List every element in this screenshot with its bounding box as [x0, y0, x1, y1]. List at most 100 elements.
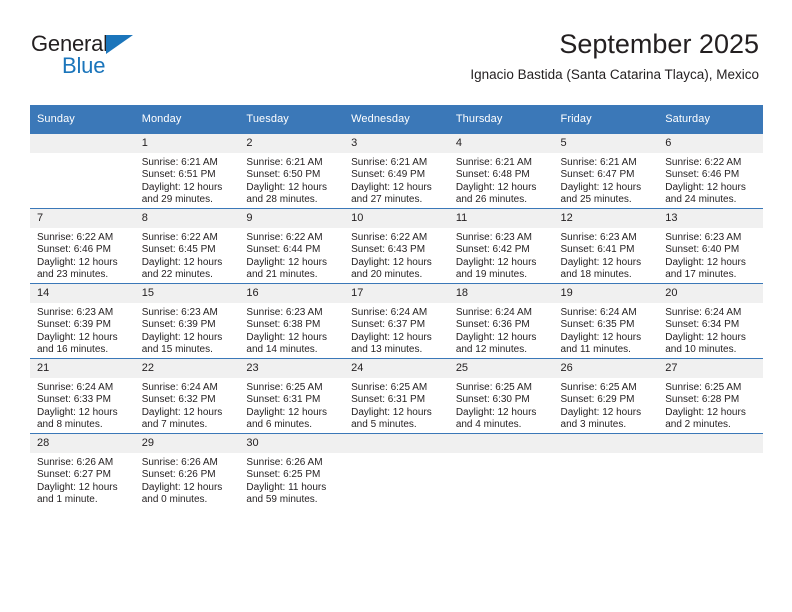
sunset-text: Sunset: 6:29 PM	[560, 394, 635, 406]
calendar-day-cell[interactable]: 15 Sunrise: 6:23 AM Sunset: 6:39 PM Dayligh…	[134, 283, 240, 359]
daylight-text: and 23 minutes.	[37, 269, 109, 281]
daylight-text: Daylight: 12 hours	[37, 256, 118, 268]
day-number: 14	[30, 284, 135, 303]
calendar-day-cell[interactable]: 29 Sunrise: 6:26 AM Sunset: 6:26 PM Dayligh…	[134, 433, 240, 508]
calendar-day-cell[interactable]: 26 Sunrise: 6:25 AM Sunset: 6:29 PM Dayligh…	[553, 358, 659, 434]
sunset-text: Sunset: 6:28 PM	[665, 394, 740, 406]
day-number: 7	[30, 209, 135, 228]
calendar-day-cell[interactable]: 12 Sunrise: 6:23 AM Sunset: 6:41 PM Dayligh…	[553, 208, 659, 284]
weekday-header-monday: Monday	[134, 105, 240, 134]
day-details: Sunrise: 6:24 AM Sunset: 6:34 PM Daylight:…	[658, 303, 763, 357]
day-details: Sunrise: 6:22 AM Sunset: 6:45 PM Daylight:…	[135, 228, 240, 282]
daylight-text: Daylight: 12 hours	[246, 181, 328, 193]
sunrise-text: Sunrise: 6:23 AM	[665, 232, 742, 243]
calendar-day-cell[interactable]: 19 Sunrise: 6:24 AM Sunset: 6:35 PM Dayligh…	[553, 283, 659, 359]
calendar-page: General Blue September 2025 Ignacio Bast…	[0, 0, 792, 612]
daylight-text: and 59 minutes.	[246, 494, 318, 506]
page-title: September 2025	[559, 29, 759, 59]
calendar-day-cell[interactable]: 22 Sunrise: 6:24 AM Sunset: 6:32 PM Dayligh…	[134, 358, 240, 434]
sunrise-text: Sunrise: 6:26 AM	[37, 457, 114, 468]
calendar-day-cell[interactable]: 18 Sunrise: 6:24 AM Sunset: 6:36 PM Dayligh…	[448, 283, 554, 359]
day-number: 21	[30, 359, 135, 378]
daylight-text: and 15 minutes.	[141, 344, 213, 356]
calendar-week-row: 28 Sunrise: 6:26 AM Sunset: 6:27 PM Dayligh…	[30, 433, 763, 508]
calendar-day-cell[interactable]: 28 Sunrise: 6:26 AM Sunset: 6:27 PM Dayligh…	[30, 433, 135, 508]
daylight-text: and 8 minutes.	[37, 419, 103, 431]
calendar-day-cell[interactable]: 21 Sunrise: 6:24 AM Sunset: 6:33 PM Dayligh…	[30, 358, 135, 434]
day-details: Sunrise: 6:24 AM Sunset: 6:32 PM Daylight:…	[135, 378, 240, 432]
daylight-text: Daylight: 12 hours	[246, 406, 328, 418]
daylight-text: and 28 minutes.	[246, 194, 318, 206]
daylight-text: and 13 minutes.	[351, 344, 423, 356]
calendar-day-cell[interactable]: 16 Sunrise: 6:23 AM Sunset: 6:38 PM Dayligh…	[239, 283, 345, 359]
calendar-day-cell[interactable]: 6 Sunrise: 6:22 AM Sunset: 6:46 PM Daylight…	[658, 133, 763, 209]
daylight-text: Daylight: 12 hours	[141, 481, 223, 493]
day-number	[553, 434, 659, 453]
sunrise-text: Sunrise: 6:22 AM	[141, 232, 218, 243]
sunrise-text: Sunrise: 6:21 AM	[351, 157, 428, 168]
day-number: 2	[239, 134, 345, 153]
sunset-text: Sunset: 6:31 PM	[246, 394, 321, 406]
calendar-day-cell[interactable]: 11 Sunrise: 6:23 AM Sunset: 6:42 PM Dayligh…	[448, 208, 554, 284]
daylight-text: Daylight: 12 hours	[560, 331, 642, 343]
sunrise-text: Sunrise: 6:26 AM	[246, 457, 323, 468]
daylight-text: and 3 minutes.	[560, 419, 627, 431]
daylight-text: Daylight: 12 hours	[141, 406, 223, 418]
calendar-day-cell[interactable]: 30 Sunrise: 6:26 AM Sunset: 6:25 PM Dayligh…	[239, 433, 345, 508]
sunset-text: Sunset: 6:31 PM	[351, 394, 426, 406]
sunset-text: Sunset: 6:49 PM	[351, 169, 426, 181]
weekday-header-friday: Friday	[553, 105, 659, 134]
calendar-day-cell[interactable]: 25 Sunrise: 6:25 AM Sunset: 6:30 PM Dayligh…	[448, 358, 554, 434]
calendar-day-cell[interactable]: 24 Sunrise: 6:25 AM Sunset: 6:31 PM Dayligh…	[344, 358, 449, 434]
daylight-text: Daylight: 12 hours	[560, 256, 642, 268]
calendar-day-cell-empty	[30, 133, 135, 209]
daylight-text: Daylight: 12 hours	[455, 406, 537, 418]
sunrise-text: Sunrise: 6:21 AM	[560, 157, 637, 168]
daylight-text: Daylight: 12 hours	[246, 331, 328, 343]
daylight-text: and 4 minutes.	[455, 419, 522, 431]
day-details: Sunrise: 6:23 AM Sunset: 6:41 PM Daylight:…	[554, 228, 659, 282]
daylight-text: and 29 minutes.	[141, 194, 213, 206]
page-header: General Blue September 2025 Ignacio Bast…	[0, 0, 792, 104]
day-number: 24	[344, 359, 449, 378]
calendar-day-cell[interactable]: 23 Sunrise: 6:25 AM Sunset: 6:31 PM Dayligh…	[239, 358, 345, 434]
calendar-day-cell[interactable]: 10 Sunrise: 6:22 AM Sunset: 6:43 PM Dayligh…	[344, 208, 449, 284]
daylight-text: and 20 minutes.	[351, 269, 423, 281]
daylight-text: Daylight: 12 hours	[665, 256, 746, 268]
day-number: 28	[30, 434, 135, 453]
calendar-day-cell[interactable]: 27 Sunrise: 6:25 AM Sunset: 6:28 PM Dayligh…	[658, 358, 763, 434]
calendar-day-cell[interactable]: 1 Sunrise: 6:21 AM Sunset: 6:51 PM Daylight…	[134, 133, 240, 209]
calendar-day-cell[interactable]: 7 Sunrise: 6:22 AM Sunset: 6:46 PM Daylight…	[30, 208, 135, 284]
daylight-text: Daylight: 12 hours	[455, 256, 537, 268]
day-number: 5	[553, 134, 659, 153]
sunrise-text: Sunrise: 6:25 AM	[246, 382, 323, 393]
day-number	[658, 434, 763, 453]
calendar-day-cell[interactable]: 8 Sunrise: 6:22 AM Sunset: 6:45 PM Daylight…	[134, 208, 240, 284]
daylight-text: and 25 minutes.	[560, 194, 632, 206]
sunset-text: Sunset: 6:42 PM	[455, 244, 530, 256]
calendar-day-cell[interactable]: 20 Sunrise: 6:24 AM Sunset: 6:34 PM Dayligh…	[658, 283, 763, 359]
sunrise-text: Sunrise: 6:21 AM	[246, 157, 323, 168]
day-number: 17	[344, 284, 449, 303]
day-number	[30, 134, 135, 153]
sunset-text: Sunset: 6:27 PM	[37, 469, 111, 481]
day-number: 11	[448, 209, 554, 228]
daylight-text: and 27 minutes.	[351, 194, 423, 206]
sunrise-text: Sunrise: 6:25 AM	[351, 382, 428, 393]
day-details: Sunrise: 6:21 AM Sunset: 6:48 PM Daylight:…	[449, 153, 554, 207]
calendar-day-cell[interactable]: 4 Sunrise: 6:21 AM Sunset: 6:48 PM Daylight…	[448, 133, 554, 209]
sunset-text: Sunset: 6:46 PM	[665, 169, 740, 181]
weekday-header-wednesday: Wednesday	[344, 105, 449, 134]
calendar-day-cell[interactable]: 5 Sunrise: 6:21 AM Sunset: 6:47 PM Daylight…	[553, 133, 659, 209]
sunrise-text: Sunrise: 6:22 AM	[665, 157, 742, 168]
calendar-day-cell[interactable]: 14 Sunrise: 6:23 AM Sunset: 6:39 PM Dayligh…	[30, 283, 135, 359]
calendar-day-cell[interactable]: 17 Sunrise: 6:24 AM Sunset: 6:37 PM Dayligh…	[344, 283, 449, 359]
daylight-text: Daylight: 12 hours	[455, 181, 537, 193]
sunrise-text: Sunrise: 6:25 AM	[665, 382, 742, 393]
calendar-day-cell[interactable]: 3 Sunrise: 6:21 AM Sunset: 6:49 PM Daylight…	[344, 133, 449, 209]
calendar-day-cell[interactable]: 9 Sunrise: 6:22 AM Sunset: 6:44 PM Daylight…	[239, 208, 345, 284]
calendar-day-cell[interactable]: 13 Sunrise: 6:23 AM Sunset: 6:40 PM Dayligh…	[658, 208, 763, 284]
sunset-text: Sunset: 6:46 PM	[37, 244, 111, 256]
daylight-text: Daylight: 12 hours	[141, 181, 223, 193]
calendar-day-cell[interactable]: 2 Sunrise: 6:21 AM Sunset: 6:50 PM Daylight…	[239, 133, 345, 209]
